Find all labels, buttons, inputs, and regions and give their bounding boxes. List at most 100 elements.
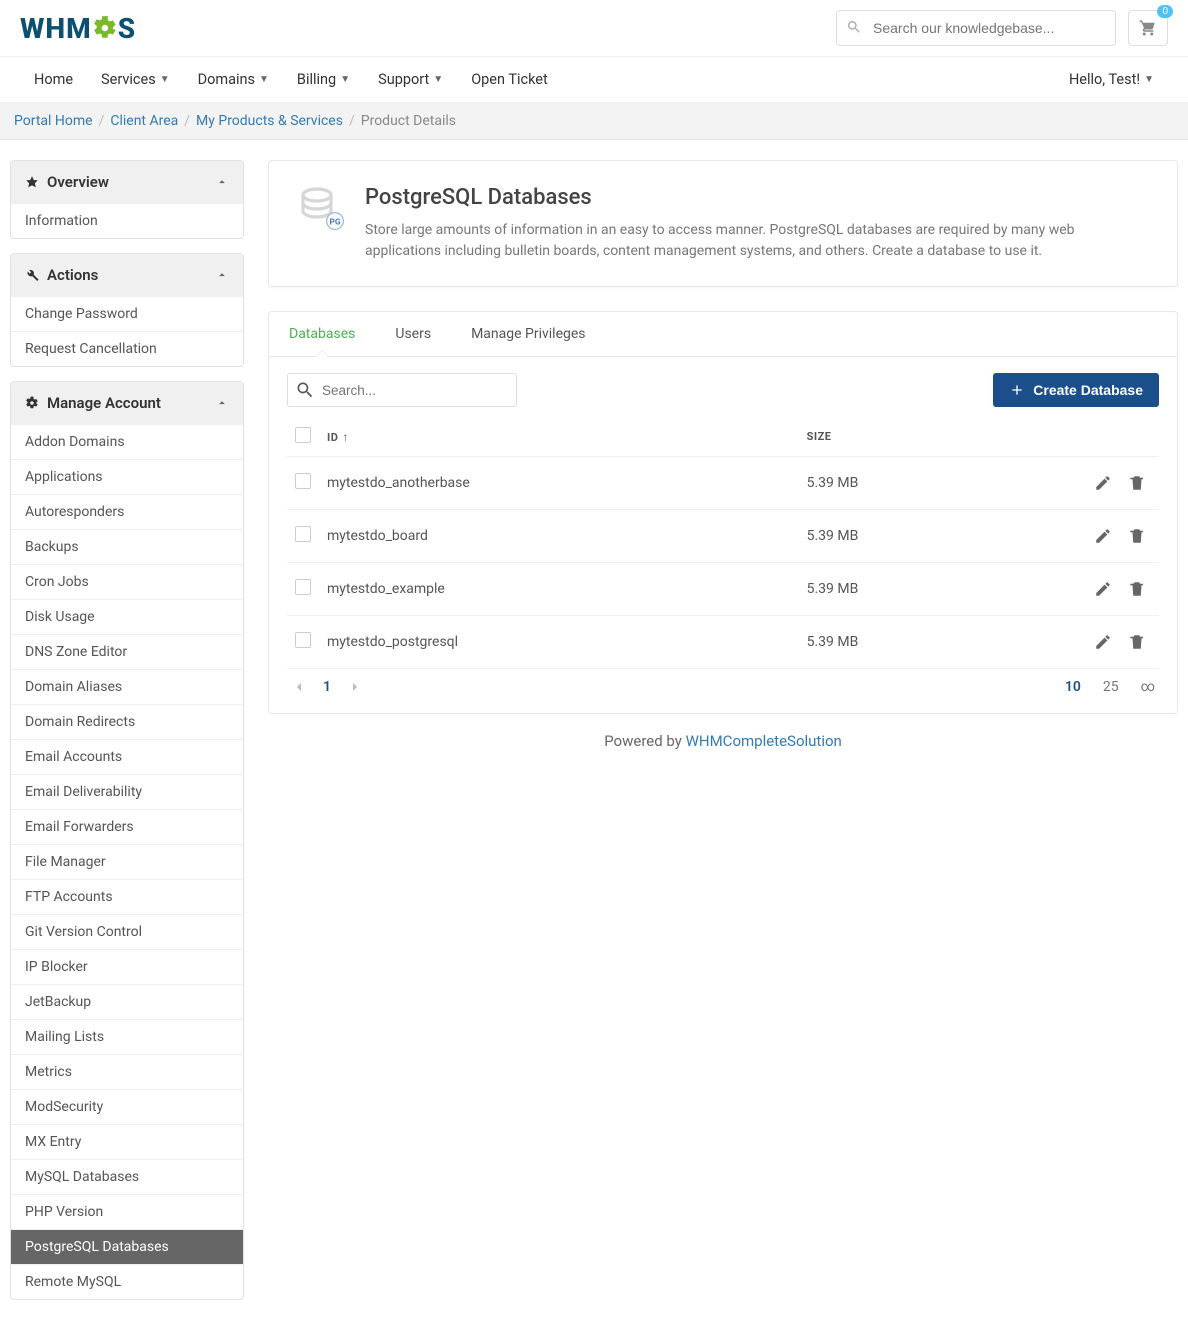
row-checkbox[interactable] [295, 526, 311, 542]
sidebar-overview-title: Overview [47, 173, 109, 191]
row-checkbox[interactable] [295, 632, 311, 648]
sidebar-item-git-version-control[interactable]: Git Version Control [11, 914, 243, 949]
sidebar-item-ip-blocker[interactable]: IP Blocker [11, 949, 243, 984]
search-icon [295, 380, 315, 400]
sidebar-item-postgresql-databases[interactable]: PostgreSQL Databases [11, 1229, 243, 1264]
crumb-3: Product Details [361, 113, 456, 129]
sidebar-item-email-deliverability[interactable]: Email Deliverability [11, 774, 243, 809]
create-database-button[interactable]: Create Database [993, 373, 1159, 407]
search-icon [846, 19, 862, 35]
chevron-up-icon [215, 268, 229, 282]
create-label: Create Database [1033, 382, 1143, 398]
sidebar-item-email-forwarders[interactable]: Email Forwarders [11, 809, 243, 844]
kb-search-input[interactable] [836, 10, 1116, 46]
sidebar-item-domain-aliases[interactable]: Domain Aliases [11, 669, 243, 704]
tab-databases[interactable]: Databases [269, 312, 375, 356]
sidebar-item-email-accounts[interactable]: Email Accounts [11, 739, 243, 774]
sidebar-manage-title: Manage Account [47, 394, 161, 412]
cart-button[interactable]: 0 [1128, 10, 1168, 46]
sidebar-item-mysql-databases[interactable]: MySQL Databases [11, 1159, 243, 1194]
crumb-2[interactable]: My Products & Services [196, 113, 343, 129]
edit-icon[interactable] [1089, 575, 1117, 603]
sidebar-item-metrics[interactable]: Metrics [11, 1054, 243, 1089]
page-current[interactable]: 1 [323, 679, 331, 695]
sidebar-overview-header[interactable]: Overview [11, 161, 243, 203]
actions-list: Change PasswordRequest Cancellation [11, 296, 243, 366]
footer-link[interactable]: WHMCompleteSolution [686, 732, 842, 750]
sidebar-item-file-manager[interactable]: File Manager [11, 844, 243, 879]
breadcrumb-sep: / [178, 113, 196, 129]
crumb-1[interactable]: Client Area [110, 113, 178, 129]
sidebar-item-modsecurity[interactable]: ModSecurity [11, 1089, 243, 1124]
nav-support[interactable]: Support ▼ [364, 57, 457, 102]
logo[interactable]: WHM S [20, 12, 136, 45]
edit-icon[interactable] [1089, 469, 1117, 497]
sidebar-item-remote-mysql[interactable]: Remote MySQL [11, 1264, 243, 1299]
nav-home[interactable]: Home [20, 57, 87, 102]
select-all-checkbox[interactable] [295, 427, 311, 443]
nav-label: Billing [297, 71, 336, 88]
table-row: mytestdo_board5.39 MB [287, 510, 1159, 563]
table-search-input[interactable] [287, 373, 517, 407]
svg-text:PG: PG [329, 217, 340, 227]
sidebar-item-ftp-accounts[interactable]: FTP Accounts [11, 879, 243, 914]
sidebar-item-mailing-lists[interactable]: Mailing Lists [11, 1019, 243, 1054]
col-size[interactable]: SIZE [799, 417, 1049, 457]
sidebar-item-cron-jobs[interactable]: Cron Jobs [11, 564, 243, 599]
sidebar-item-disk-usage[interactable]: Disk Usage [11, 599, 243, 634]
nav-open-ticket[interactable]: Open Ticket [457, 57, 562, 102]
star-icon [25, 175, 39, 189]
sidebar-item-autoresponders[interactable]: Autoresponders [11, 494, 243, 529]
sidebar-manage-header[interactable]: Manage Account [11, 382, 243, 424]
nav-label: Home [34, 71, 73, 88]
tab-bar: DatabasesUsersManage Privileges [269, 312, 1177, 357]
trash-icon[interactable] [1123, 628, 1151, 656]
databases-table: ID↑ SIZE mytestdo_anotherbase5.39 MBmyte… [287, 417, 1159, 669]
tab-manage-privileges[interactable]: Manage Privileges [451, 312, 605, 356]
user-greeting[interactable]: Hello, Test! ▼ [1055, 57, 1168, 102]
breadcrumb-sep: / [343, 113, 361, 129]
col-id[interactable]: ID↑ [319, 417, 799, 457]
next-page[interactable] [347, 679, 363, 695]
sidebar-item-backups[interactable]: Backups [11, 529, 243, 564]
breadcrumb: Portal Home/Client Area/My Products & Se… [0, 103, 1188, 140]
trash-icon[interactable] [1123, 522, 1151, 550]
sidebar-item-information[interactable]: Information [11, 203, 243, 238]
trash-icon[interactable] [1123, 575, 1151, 603]
sidebar-item-php-version[interactable]: PHP Version [11, 1194, 243, 1229]
prev-page[interactable] [291, 679, 307, 695]
nav-domains[interactable]: Domains ▼ [184, 57, 283, 102]
sidebar-item-addon-domains[interactable]: Addon Domains [11, 424, 243, 459]
sidebar-item-dns-zone-editor[interactable]: DNS Zone Editor [11, 634, 243, 669]
tab-users[interactable]: Users [375, 312, 451, 356]
row-checkbox[interactable] [295, 579, 311, 595]
sidebar-item-jetbackup[interactable]: JetBackup [11, 984, 243, 1019]
edit-icon[interactable] [1089, 522, 1117, 550]
sidebar-item-applications[interactable]: Applications [11, 459, 243, 494]
page-title: PostgreSQL Databases [365, 185, 1149, 210]
sidebar-item-change-password[interactable]: Change Password [11, 296, 243, 331]
cog-icon [25, 396, 39, 410]
edit-icon[interactable] [1089, 628, 1117, 656]
sidebar-item-domain-redirects[interactable]: Domain Redirects [11, 704, 243, 739]
sidebar-item-request-cancellation[interactable]: Request Cancellation [11, 331, 243, 366]
crumb-0[interactable]: Portal Home [14, 113, 93, 129]
page-size-25[interactable]: 25 [1103, 679, 1119, 695]
cell-id: mytestdo_example [319, 563, 799, 616]
row-checkbox[interactable] [295, 473, 311, 489]
kb-search [836, 10, 1116, 46]
page-size-∞[interactable]: ∞ [1141, 679, 1155, 695]
nav-billing[interactable]: Billing ▼ [283, 57, 364, 102]
trash-icon[interactable] [1123, 469, 1151, 497]
footer: Powered by WHMCompleteSolution [268, 714, 1178, 790]
page-size-10[interactable]: 10 [1065, 679, 1081, 695]
cart-badge: 0 [1157, 5, 1173, 18]
nav-services[interactable]: Services ▼ [87, 57, 184, 102]
sidebar-item-mx-entry[interactable]: MX Entry [11, 1124, 243, 1159]
nav-label: Domains [198, 71, 255, 88]
sort-asc-icon: ↑ [342, 430, 349, 444]
cell-id: mytestdo_anotherbase [319, 457, 799, 510]
sidebar-actions-header[interactable]: Actions [11, 254, 243, 296]
cell-size: 5.39 MB [799, 510, 1049, 563]
chevron-up-icon [215, 396, 229, 410]
